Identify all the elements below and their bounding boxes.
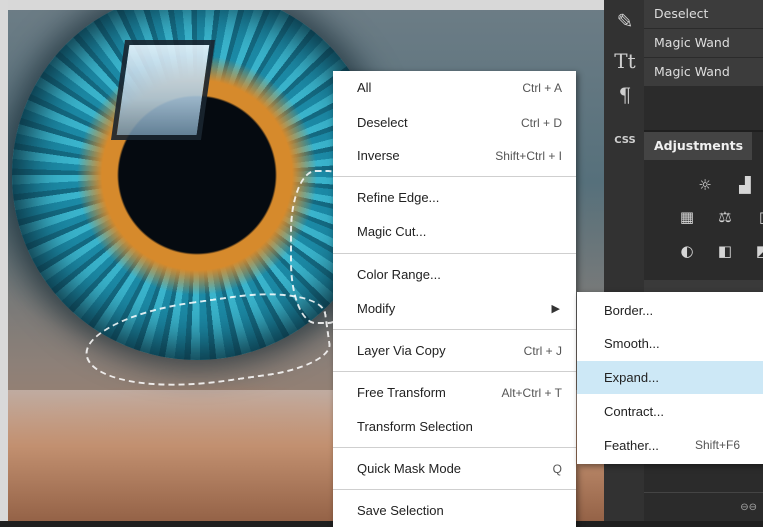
tab-adjustments[interactable]: Adjustments: [644, 132, 752, 160]
history-item[interactable]: Deselect: [644, 0, 763, 28]
menu-item-save-selection[interactable]: Save Selection: [333, 496, 576, 526]
menu-item-magic-cut[interactable]: Magic Cut...: [333, 217, 576, 247]
css-icon[interactable]: CSS: [612, 128, 638, 154]
menu-item-label: Save Selection: [357, 503, 444, 518]
levels-icon[interactable]: ▟: [736, 176, 754, 194]
menu-item-modify[interactable]: Modify ▶: [333, 294, 576, 324]
submenu-arrow-icon: ▶: [551, 303, 560, 315]
color-balance-icon[interactable]: ⚖: [716, 208, 734, 226]
submenu-item-label: Feather...: [604, 438, 659, 453]
exposure-icon[interactable]: ▦: [678, 208, 696, 226]
paragraph-icon[interactable]: ¶: [612, 82, 638, 108]
submenu-item-label: Contract...: [604, 404, 664, 419]
menu-item-transform-selection[interactable]: Transform Selection: [333, 412, 576, 442]
submenu-item-label: Smooth...: [604, 336, 660, 351]
canvas-left-edge: [0, 0, 8, 521]
menu-item-label: Deselect: [357, 115, 408, 130]
canvas-top-edge: [0, 0, 604, 10]
menu-item-deselect[interactable]: Deselect Ctrl + D: [333, 108, 576, 138]
menu-item-quick-mask-mode[interactable]: Quick Mask Mode Q: [333, 454, 576, 484]
submenu-item-contract[interactable]: Contract...: [577, 395, 763, 428]
history-item[interactable]: Magic Wand: [644, 29, 763, 57]
submenu-item-feather[interactable]: Feather... Shift+F6: [577, 429, 763, 462]
menu-item-all[interactable]: All Ctrl + A: [333, 73, 576, 103]
menu-divider: [333, 253, 576, 254]
menu-divider: [333, 329, 576, 330]
submenu-item-label: Border...: [604, 303, 654, 318]
character-icon[interactable]: Tt: [612, 48, 638, 74]
history-item[interactable]: Magic Wand: [644, 58, 763, 86]
menu-item-label: Inverse: [357, 148, 400, 163]
menu-divider: [333, 176, 576, 177]
menu-item-shortcut: Alt+Ctrl + T: [501, 386, 562, 400]
menu-item-label: Quick Mask Mode: [357, 461, 462, 476]
brush-icon[interactable]: ✎: [612, 8, 638, 34]
menu-item-shortcut: Shift+Ctrl + I: [495, 149, 562, 163]
menu-item-free-transform[interactable]: Free Transform Alt+Ctrl + T: [333, 378, 576, 408]
menu-item-label: Modify: [357, 301, 396, 316]
menu-item-shortcut: Ctrl + D: [520, 116, 562, 130]
gradient-map-icon[interactable]: ◧: [716, 242, 734, 260]
panel-footer: ⊖⊖: [644, 492, 763, 521]
link-icon[interactable]: ⊖⊖: [740, 502, 757, 513]
menu-item-shortcut: Ctrl + J: [523, 344, 562, 358]
menu-item-label: Magic Cut...: [357, 224, 427, 239]
submenu-item-expand[interactable]: Expand...: [577, 361, 763, 394]
modify-submenu: Border... Smooth... Expand... Contract..…: [577, 292, 763, 464]
menu-divider: [333, 447, 576, 448]
history-panel: Deselect Magic Wand Magic Wand: [644, 0, 763, 130]
menu-item-label: Refine Edge...: [357, 190, 440, 205]
menu-item-label: Free Transform: [357, 385, 446, 400]
submenu-item-label: Expand...: [604, 370, 659, 385]
menu-item-label: Color Range...: [357, 267, 441, 282]
invert-icon[interactable]: ◐: [678, 242, 696, 260]
menu-item-label: All: [357, 80, 372, 95]
menu-item-refine-edge[interactable]: Refine Edge...: [333, 183, 576, 213]
menu-item-label: Layer Via Copy: [357, 343, 446, 358]
hue-saturation-icon[interactable]: ▯: [754, 208, 763, 226]
menu-item-inverse[interactable]: Inverse Shift+Ctrl + I: [333, 141, 576, 171]
menu-divider: [333, 489, 576, 490]
submenu-item-border[interactable]: Border...: [577, 294, 763, 327]
threshold-icon[interactable]: ◩: [754, 242, 763, 260]
menu-item-label: Transform Selection: [357, 419, 473, 434]
menu-item-shortcut: Q: [552, 462, 562, 476]
menu-divider: [333, 371, 576, 372]
context-menu: All Ctrl + A Deselect Ctrl + D Inverse S…: [333, 71, 576, 527]
brightness-icon[interactable]: ☼: [696, 176, 714, 194]
menu-item-color-range[interactable]: Color Range...: [333, 260, 576, 290]
layers-tab-strip[interactable]: [644, 280, 763, 292]
menu-item-layer-via-copy[interactable]: Layer Via Copy Ctrl + J: [333, 336, 576, 366]
submenu-item-smooth[interactable]: Smooth...: [577, 327, 763, 360]
window-reflection: [110, 40, 216, 140]
menu-item-shortcut: Ctrl + A: [522, 81, 562, 95]
submenu-item-shortcut: Shift+F6: [695, 438, 741, 452]
